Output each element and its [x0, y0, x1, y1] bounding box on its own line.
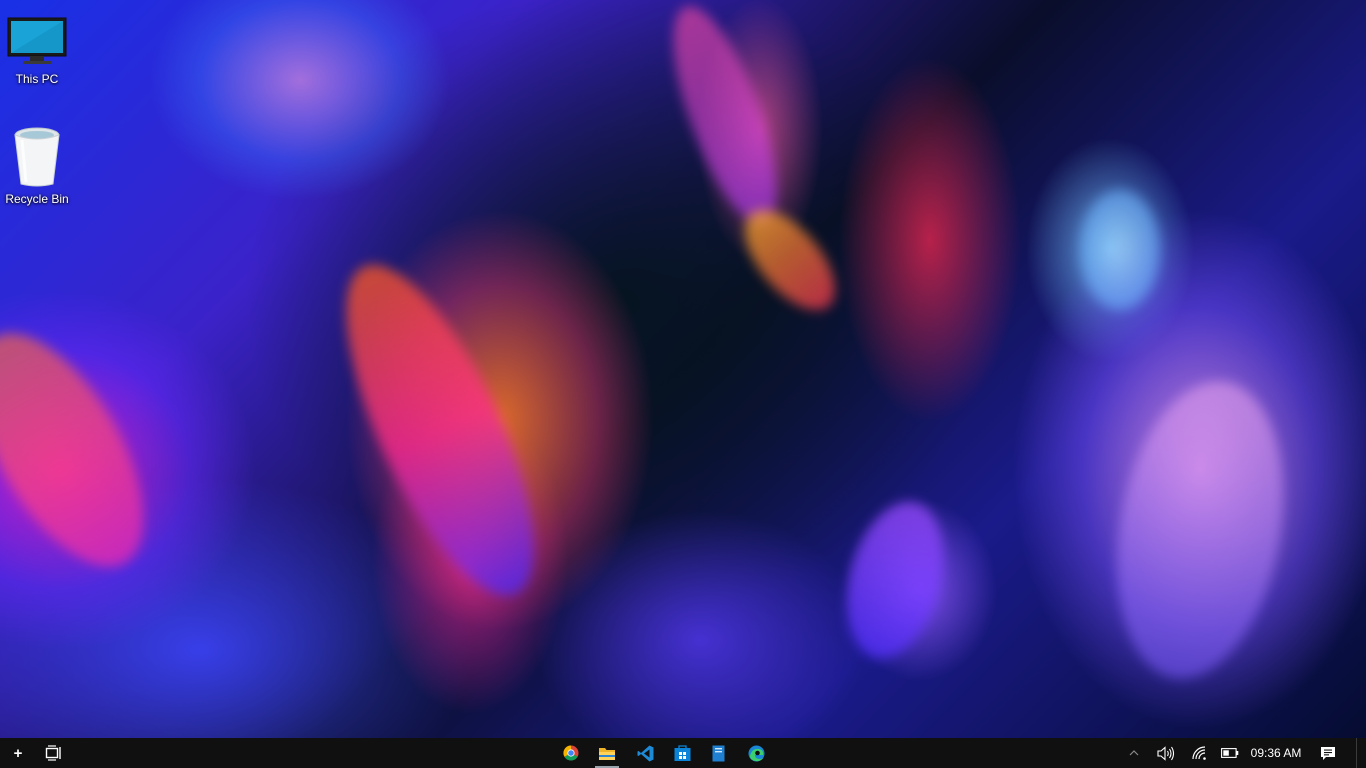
action-center-button[interactable]	[1314, 738, 1342, 768]
taskbar: + 09:36 AM	[0, 738, 1366, 768]
wallpaper-streak	[652, 0, 798, 236]
this-pc-icon	[6, 16, 68, 68]
file-explorer-icon	[599, 747, 615, 760]
desktop-icon-label: This PC	[15, 72, 59, 86]
volume-button[interactable]	[1154, 738, 1178, 768]
show-desktop-button[interactable]	[1356, 738, 1366, 768]
chevron-up-icon	[1129, 750, 1139, 756]
taskbar-clock[interactable]: 09:36 AM	[1244, 738, 1308, 768]
vscode-icon	[637, 745, 653, 761]
start-button[interactable]: +	[0, 738, 36, 768]
notes-icon	[712, 745, 724, 761]
recycle-bin-icon	[12, 126, 62, 188]
desktop-icon-recycle-bin[interactable]: Recycle Bin	[4, 126, 70, 206]
taskbar-app-chrome[interactable]	[553, 738, 589, 768]
desktop-icon-label: Recycle Bin	[5, 192, 69, 206]
desktop-icon-this-pc[interactable]: This PC	[4, 4, 70, 86]
wallpaper-streak	[1095, 368, 1305, 692]
volume-icon	[1157, 745, 1175, 761]
edge-icon	[748, 745, 764, 761]
wifi-icon	[1192, 746, 1206, 760]
wallpaper-streak	[830, 491, 960, 669]
network-button[interactable]	[1188, 738, 1212, 768]
plus-icon: +	[13, 744, 23, 762]
clock-time: 09:36 AM	[1250, 746, 1302, 760]
wallpaper-streak	[309, 241, 571, 619]
show-hidden-icons-button[interactable]	[1124, 738, 1144, 768]
desktop[interactable]: This PC Recycle Bin	[0, 0, 1366, 738]
wallpaper-streak	[1080, 190, 1160, 310]
task-view-icon	[45, 745, 61, 761]
taskbar-app-notes[interactable]	[700, 738, 736, 768]
battery-icon	[1221, 748, 1239, 758]
taskbar-app-vscode[interactable]	[627, 738, 663, 768]
taskbar-app-edge[interactable]	[738, 738, 774, 768]
taskbar-app-file-explorer[interactable]	[589, 738, 625, 768]
action-center-icon	[1321, 746, 1335, 760]
taskbar-app-store[interactable]	[664, 738, 700, 768]
battery-button[interactable]	[1218, 738, 1242, 768]
wallpaper-streak	[0, 307, 177, 593]
chrome-icon	[563, 745, 579, 761]
store-icon	[674, 744, 690, 761]
task-view-button[interactable]	[36, 738, 72, 768]
